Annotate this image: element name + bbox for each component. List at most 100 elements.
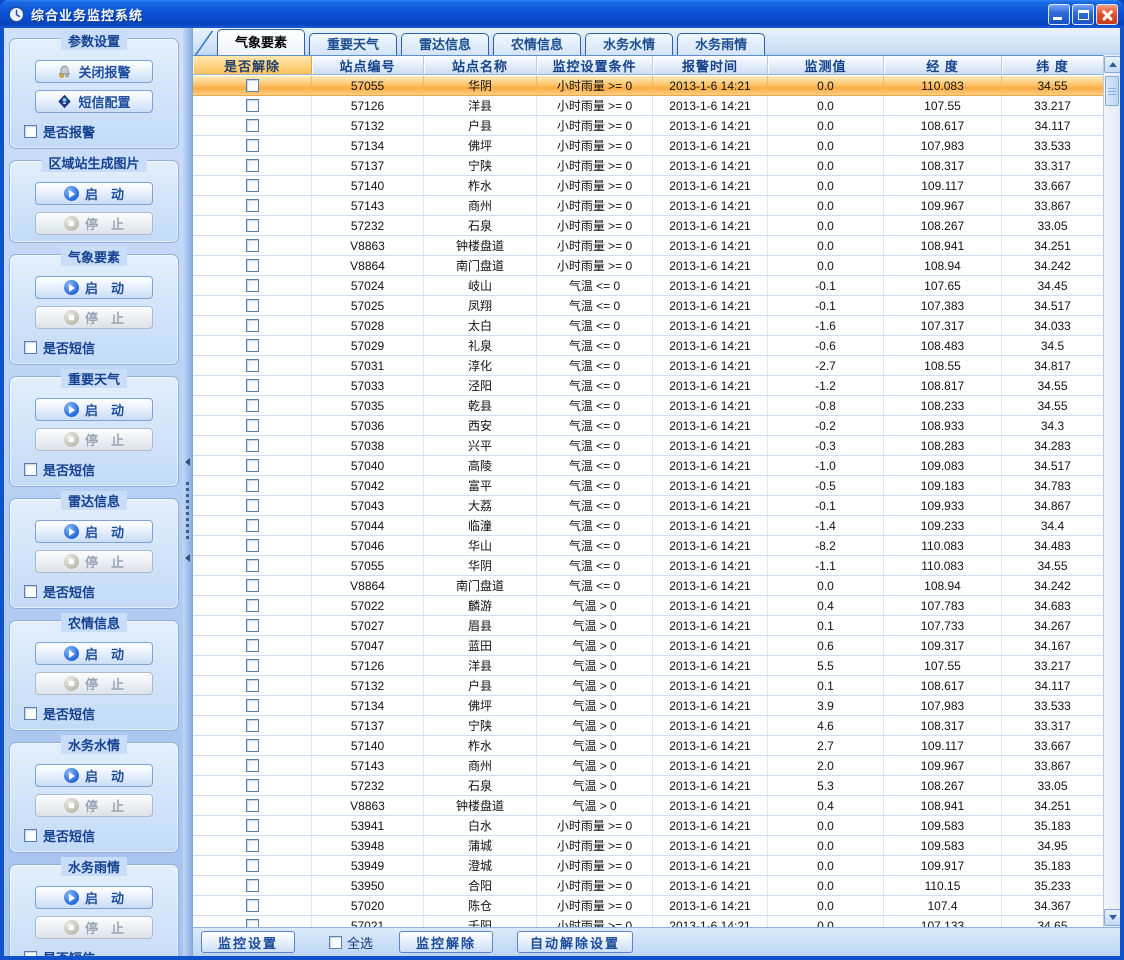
table-row[interactable]: 53949澄城小时雨量 >= 02013-1-6 14:210.0109.917… bbox=[193, 856, 1104, 876]
table-row[interactable]: 57043大荔气温 <= 02013-1-6 14:21-0.1109.9333… bbox=[193, 496, 1104, 516]
table-row[interactable]: 57038兴平气温 <= 02013-1-6 14:21-0.3108.2833… bbox=[193, 436, 1104, 456]
column-header[interactable]: 报警时间 bbox=[653, 56, 768, 74]
column-header[interactable]: 是否解除 bbox=[193, 56, 312, 74]
table-row[interactable]: 57137宁陕小时雨量 >= 02013-1-6 14:210.0108.317… bbox=[193, 156, 1104, 176]
auto-release-settings-button[interactable]: 自动解除设置 bbox=[517, 931, 633, 953]
row-release-checkbox[interactable] bbox=[246, 99, 259, 112]
table-row[interactable]: 57027眉县气温 > 02013-1-6 14:210.1107.73334.… bbox=[193, 616, 1104, 636]
table-row[interactable]: 57134佛坪气温 > 02013-1-6 14:213.9107.98333.… bbox=[193, 696, 1104, 716]
row-release-checkbox[interactable] bbox=[246, 899, 259, 912]
row-release-checkbox[interactable] bbox=[246, 539, 259, 552]
tab-item-1[interactable]: 气象要素 bbox=[217, 29, 305, 55]
table-row[interactable]: 57143商州小时雨量 >= 02013-1-6 14:210.0109.967… bbox=[193, 196, 1104, 216]
panel-checkbox[interactable] bbox=[24, 463, 37, 476]
row-release-checkbox[interactable] bbox=[246, 159, 259, 172]
row-release-checkbox[interactable] bbox=[246, 799, 259, 812]
table-row[interactable]: 57035乾县气温 <= 02013-1-6 14:21-0.8108.2333… bbox=[193, 396, 1104, 416]
row-release-checkbox[interactable] bbox=[246, 779, 259, 792]
row-release-checkbox[interactable] bbox=[246, 699, 259, 712]
table-row[interactable]: 53950合阳小时雨量 >= 02013-1-6 14:210.0110.153… bbox=[193, 876, 1104, 896]
table-row[interactable]: V8863钟楼盘道气温 > 02013-1-6 14:210.4108.9413… bbox=[193, 796, 1104, 816]
row-release-checkbox[interactable] bbox=[246, 339, 259, 352]
start-button[interactable]: 启 动 bbox=[35, 398, 153, 421]
row-release-checkbox[interactable] bbox=[246, 419, 259, 432]
table-row[interactable]: V8863钟楼盘道小时雨量 >= 02013-1-6 14:210.0108.9… bbox=[193, 236, 1104, 256]
scroll-down-button[interactable] bbox=[1104, 909, 1120, 926]
table-row[interactable]: V8864南门盘道气温 <= 02013-1-6 14:210.0108.943… bbox=[193, 576, 1104, 596]
row-release-checkbox[interactable] bbox=[246, 299, 259, 312]
vertical-scrollbar[interactable] bbox=[1103, 55, 1120, 927]
row-release-checkbox[interactable] bbox=[246, 479, 259, 492]
sms-config-button[interactable]: 短信配置 bbox=[35, 90, 153, 113]
table-row[interactable]: 57024岐山气温 <= 02013-1-6 14:21-0.1107.6534… bbox=[193, 276, 1104, 296]
tab-item-3[interactable]: 雷达信息 bbox=[401, 33, 489, 55]
tab-item-4[interactable]: 农情信息 bbox=[493, 33, 581, 55]
start-button[interactable]: 启 动 bbox=[35, 520, 153, 543]
column-header[interactable]: 监控设置条件 bbox=[537, 56, 653, 74]
table-row[interactable]: 57046华山气温 <= 02013-1-6 14:21-8.2110.0833… bbox=[193, 536, 1104, 556]
table-row[interactable]: 57020陈仓小时雨量 >= 02013-1-6 14:210.0107.434… bbox=[193, 896, 1104, 916]
close-alarm-button[interactable]: 关闭报警 bbox=[35, 60, 153, 83]
start-button[interactable]: 启 动 bbox=[35, 642, 153, 665]
panel-checkbox[interactable] bbox=[24, 585, 37, 598]
select-all-checkbox[interactable] bbox=[329, 936, 342, 949]
table-row[interactable]: 57140柞水小时雨量 >= 02013-1-6 14:210.0109.117… bbox=[193, 176, 1104, 196]
tab-item-5[interactable]: 水务水情 bbox=[585, 33, 673, 55]
start-button[interactable]: 启 动 bbox=[35, 886, 153, 909]
column-header[interactable]: 经 度 bbox=[884, 56, 1002, 74]
table-row[interactable]: 57055华阴气温 <= 02013-1-6 14:21-1.1110.0833… bbox=[193, 556, 1104, 576]
table-row[interactable]: 57132户县小时雨量 >= 02013-1-6 14:210.0108.617… bbox=[193, 116, 1104, 136]
close-button[interactable] bbox=[1096, 4, 1118, 25]
table-row[interactable]: 57021千阳小时雨量 >= 02013-1-6 14:210.0107.133… bbox=[193, 916, 1104, 927]
table-row[interactable]: 57126洋县气温 > 02013-1-6 14:215.5107.5533.2… bbox=[193, 656, 1104, 676]
table-row[interactable]: 57232石泉小时雨量 >= 02013-1-6 14:210.0108.267… bbox=[193, 216, 1104, 236]
table-row[interactable]: 57033泾阳气温 <= 02013-1-6 14:21-1.2108.8173… bbox=[193, 376, 1104, 396]
row-release-checkbox[interactable] bbox=[246, 119, 259, 132]
monitor-release-button[interactable]: 监控解除 bbox=[399, 931, 493, 953]
table-row[interactable]: 57028太白气温 <= 02013-1-6 14:21-1.6107.3173… bbox=[193, 316, 1104, 336]
table-row[interactable]: 53941白水小时雨量 >= 02013-1-6 14:210.0109.583… bbox=[193, 816, 1104, 836]
row-release-checkbox[interactable] bbox=[246, 759, 259, 772]
column-header[interactable]: 站点名称 bbox=[424, 56, 537, 74]
row-release-checkbox[interactable] bbox=[246, 359, 259, 372]
scrollbar-thumb[interactable] bbox=[1105, 76, 1119, 106]
row-release-checkbox[interactable] bbox=[246, 379, 259, 392]
row-release-checkbox[interactable] bbox=[246, 679, 259, 692]
tab-item-6[interactable]: 水务雨情 bbox=[677, 33, 765, 55]
tab-item-2[interactable]: 重要天气 bbox=[309, 33, 397, 55]
row-release-checkbox[interactable] bbox=[246, 639, 259, 652]
table-row[interactable]: 57055华阴小时雨量 >= 02013-1-6 14:210.0110.083… bbox=[193, 76, 1104, 96]
row-release-checkbox[interactable] bbox=[246, 319, 259, 332]
column-header[interactable]: 纬 度 bbox=[1002, 56, 1104, 74]
table-row[interactable]: 57031淳化气温 <= 02013-1-6 14:21-2.7108.5534… bbox=[193, 356, 1104, 376]
row-release-checkbox[interactable] bbox=[246, 399, 259, 412]
row-release-checkbox[interactable] bbox=[246, 739, 259, 752]
row-release-checkbox[interactable] bbox=[246, 259, 259, 272]
row-release-checkbox[interactable] bbox=[246, 179, 259, 192]
table-row[interactable]: 57137宁陕气温 > 02013-1-6 14:214.6108.31733.… bbox=[193, 716, 1104, 736]
panel-checkbox[interactable] bbox=[24, 707, 37, 720]
monitor-settings-button[interactable]: 监控设置 bbox=[201, 931, 295, 953]
minimize-button[interactable] bbox=[1048, 4, 1070, 25]
start-button[interactable]: 启 动 bbox=[35, 276, 153, 299]
table-row[interactable]: 57029礼泉气温 <= 02013-1-6 14:21-0.6108.4833… bbox=[193, 336, 1104, 356]
table-row[interactable]: 53948蒲城小时雨量 >= 02013-1-6 14:210.0109.583… bbox=[193, 836, 1104, 856]
table-row[interactable]: 57022麟游气温 > 02013-1-6 14:210.4107.78334.… bbox=[193, 596, 1104, 616]
sidebar-splitter[interactable] bbox=[183, 28, 192, 956]
row-release-checkbox[interactable] bbox=[246, 279, 259, 292]
table-row[interactable]: 57140柞水气温 > 02013-1-6 14:212.7109.11733.… bbox=[193, 736, 1104, 756]
scroll-up-button[interactable] bbox=[1104, 56, 1120, 73]
row-release-checkbox[interactable] bbox=[246, 599, 259, 612]
column-header[interactable]: 监测值 bbox=[768, 56, 884, 74]
table-row[interactable]: 57047蓝田气温 > 02013-1-6 14:210.6109.31734.… bbox=[193, 636, 1104, 656]
table-row[interactable]: 57132户县气温 > 02013-1-6 14:210.1108.61734.… bbox=[193, 676, 1104, 696]
table-row[interactable]: 57036西安气温 <= 02013-1-6 14:21-0.2108.9333… bbox=[193, 416, 1104, 436]
panel-checkbox[interactable] bbox=[24, 341, 37, 354]
panel-checkbox[interactable] bbox=[24, 951, 37, 956]
panel-checkbox[interactable] bbox=[24, 125, 37, 138]
row-release-checkbox[interactable] bbox=[246, 239, 259, 252]
table-row[interactable]: 57040高陵气温 <= 02013-1-6 14:21-1.0109.0833… bbox=[193, 456, 1104, 476]
row-release-checkbox[interactable] bbox=[246, 819, 259, 832]
table-row[interactable]: 57042富平气温 <= 02013-1-6 14:21-0.5109.1833… bbox=[193, 476, 1104, 496]
splitter-grip[interactable] bbox=[183, 458, 192, 562]
